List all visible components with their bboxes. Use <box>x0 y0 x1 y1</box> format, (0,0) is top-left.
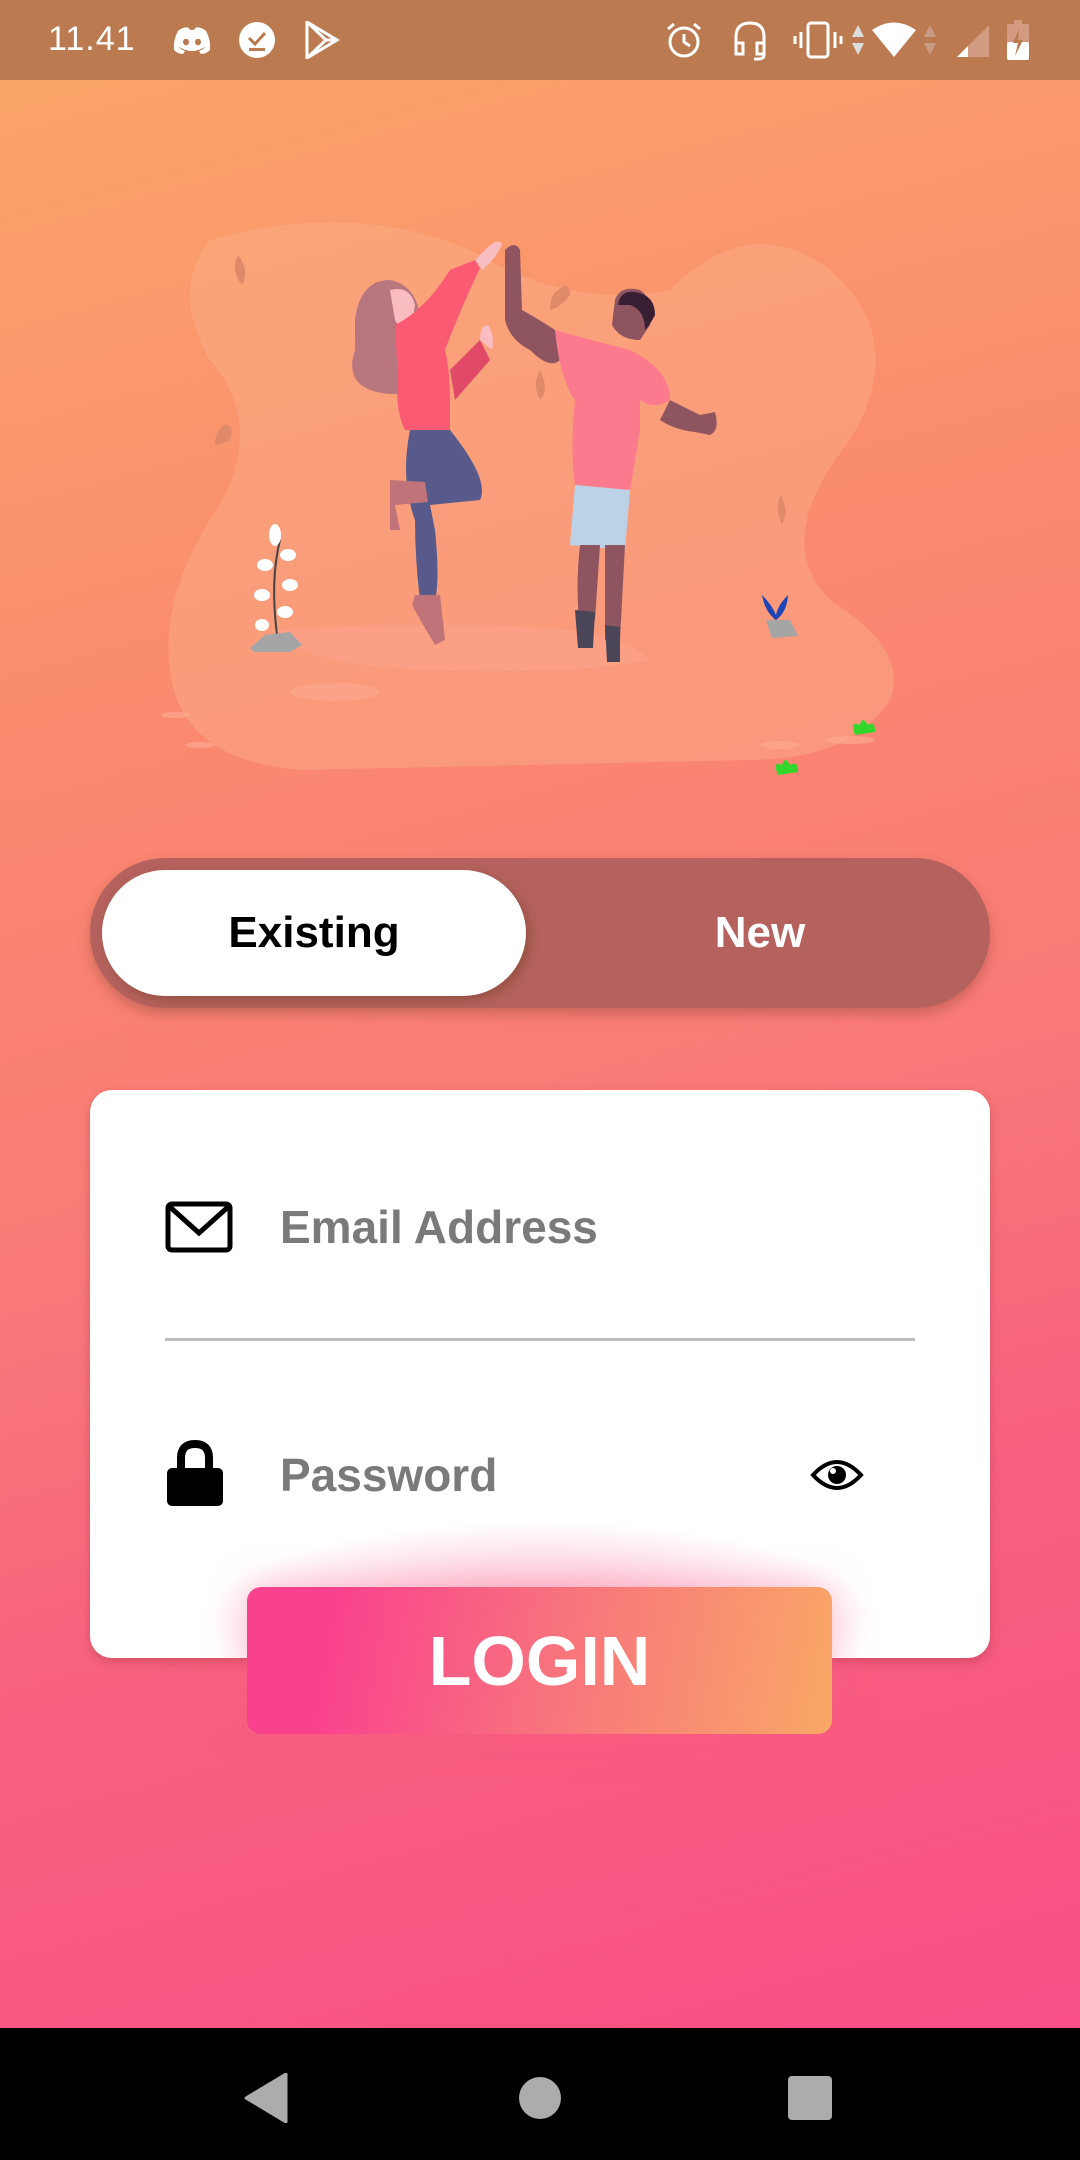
play-store-icon <box>300 18 344 62</box>
wifi-data-arrows-icon <box>922 18 938 62</box>
envelope-icon <box>165 1201 233 1253</box>
nav-recents-button[interactable] <box>780 2068 840 2128</box>
alarm-icon <box>664 18 704 62</box>
lock-icon <box>165 1440 233 1510</box>
download-done-icon <box>235 18 279 62</box>
battery-charging-icon <box>1006 18 1030 62</box>
email-input[interactable] <box>280 1200 800 1254</box>
recents-square-icon <box>788 2076 832 2120</box>
navigation-bar <box>0 2028 1080 2160</box>
discord-icon <box>170 18 214 62</box>
status-bar: 11.41 <box>0 0 1080 80</box>
email-field <box>165 1200 915 1254</box>
vibrate-icon <box>792 18 844 62</box>
toggle-new-button[interactable]: New <box>540 870 980 996</box>
high-five-illustration <box>161 222 895 775</box>
password-input[interactable] <box>280 1448 780 1502</box>
password-field <box>165 1440 915 1510</box>
email-underline <box>165 1338 915 1341</box>
headset-icon <box>730 18 770 62</box>
data-arrows-icon <box>850 18 866 62</box>
status-time: 11.41 <box>48 20 136 58</box>
login-screen: 11.41 Existing New Email Address LOGIN <box>0 0 1080 2028</box>
eye-icon[interactable] <box>810 1455 864 1495</box>
nav-home-button[interactable] <box>510 2068 570 2128</box>
account-type-toggle: Existing New <box>90 858 990 1008</box>
wifi-icon <box>870 18 918 62</box>
back-triangle-icon <box>244 2073 288 2123</box>
home-circle-icon <box>519 2077 561 2119</box>
login-button[interactable]: LOGIN <box>247 1587 832 1734</box>
signal-icon <box>955 18 991 62</box>
toggle-existing-button[interactable]: Existing <box>102 870 526 996</box>
nav-back-button[interactable] <box>236 2068 296 2128</box>
